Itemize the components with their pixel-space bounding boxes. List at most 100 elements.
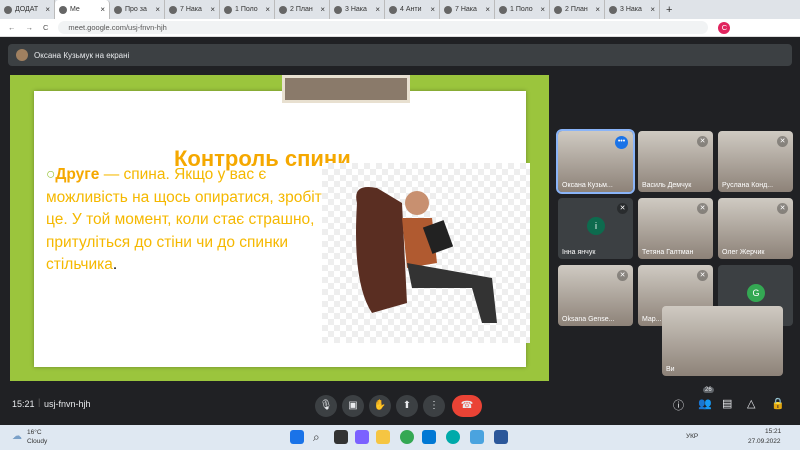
task-view-icon[interactable] (334, 430, 348, 444)
slide-decoration (282, 75, 410, 103)
search-icon[interactable]: ⌕ (313, 430, 327, 444)
tab-favicon (334, 5, 342, 14)
tab-label: 7 Нака (455, 6, 477, 13)
participant-tile[interactable]: ✕ Руслана Конд... (718, 131, 793, 192)
forward-icon[interactable]: → (26, 23, 34, 32)
activities-icon[interactable]: △ (747, 397, 755, 410)
file-explorer-icon[interactable] (376, 430, 390, 444)
browser-tab[interactable]: ДОДАТ × (0, 0, 55, 19)
self-view[interactable]: Ви (662, 306, 783, 376)
tab-favicon (114, 5, 122, 14)
woman-reading-illustration (322, 163, 530, 343)
participant-name: Руслана Конд... (722, 182, 774, 189)
camera-button[interactable]: ▣ (342, 395, 364, 417)
start-icon[interactable] (290, 430, 304, 444)
participant-tile[interactable]: ✕ Oksana Gense... (558, 265, 633, 326)
more-options-icon[interactable]: ••• (615, 136, 628, 149)
close-tab-icon[interactable]: × (540, 5, 545, 14)
close-tab-icon[interactable]: × (265, 5, 270, 14)
meeting-code: usj-fnvn-hjh (44, 399, 91, 409)
mic-muted-icon: ✕ (617, 270, 628, 281)
close-tab-icon[interactable]: × (485, 5, 490, 14)
browser-tab[interactable]: 7 Нака × (440, 0, 495, 19)
mic-button[interactable]: 🎙 (315, 395, 337, 417)
browser-tab[interactable]: 1 Поло × (495, 0, 550, 19)
close-tab-icon[interactable]: × (100, 5, 105, 14)
browser-tab[interactable]: 4 Анти × (385, 0, 440, 19)
participant-tile[interactable]: і ✕ Інна янчук (558, 198, 633, 259)
url-text: meet.google.com/usj-fnvn-hjh (68, 23, 167, 32)
host-controls-icon[interactable]: 🔒 (771, 397, 785, 410)
clock-date[interactable]: 27.09.2022 (748, 438, 781, 445)
profile-avatar[interactable]: C (718, 21, 731, 34)
browser-tab[interactable]: 1 Поло × (220, 0, 275, 19)
presenter-avatar (16, 49, 28, 61)
close-tab-icon[interactable]: × (155, 5, 160, 14)
end-call-button[interactable]: ☎ (452, 395, 482, 417)
edge-icon[interactable] (446, 430, 460, 444)
tab-label: 3 Нака (620, 6, 642, 13)
raise-hand-button[interactable]: ✋ (369, 395, 391, 417)
url-input[interactable]: meet.google.com/usj-fnvn-hjh (58, 21, 709, 34)
browser-tab[interactable]: 2 План × (550, 0, 605, 19)
back-icon[interactable]: ← (8, 23, 16, 32)
address-bar: ← → C meet.google.com/usj-fnvn-hjh C (0, 19, 800, 37)
mic-muted-icon: ✕ (777, 203, 788, 214)
mic-muted-icon: ✕ (697, 270, 708, 281)
chat-app-icon[interactable] (355, 430, 369, 444)
participant-name: Oksana Gense... (562, 316, 615, 323)
participant-name: Тетяна Галтман (642, 249, 694, 256)
browser-tab[interactable]: 3 Нака × (605, 0, 660, 19)
participant-tile[interactable]: ••• Оксана Кузьм... (556, 129, 635, 194)
browser-tab[interactable]: 2 План × (275, 0, 330, 19)
word-icon[interactable] (494, 430, 508, 444)
tab-label: Ме (70, 6, 80, 13)
tab-label: 1 Поло (235, 6, 258, 13)
phone-link-icon[interactable] (470, 430, 484, 444)
weather-text: Cloudy (27, 438, 48, 445)
close-tab-icon[interactable]: × (375, 5, 380, 14)
chat-icon[interactable]: ▤ (722, 397, 732, 410)
browser-tab[interactable]: Ме × (55, 0, 110, 19)
mic-muted-icon: ✕ (617, 203, 628, 214)
tab-label: ДОДАТ (15, 6, 39, 13)
tab-favicon (224, 5, 232, 14)
tab-label: 1 Поло (510, 6, 533, 13)
presenting-banner: Оксана Кузьмук на екрані (8, 44, 792, 66)
body-bold: Друге (55, 166, 100, 183)
tab-label: 7 Нака (180, 6, 202, 13)
chrome-icon[interactable] (400, 430, 414, 444)
close-tab-icon[interactable]: × (430, 5, 435, 14)
close-tab-icon[interactable]: × (45, 5, 50, 14)
close-tab-icon[interactable]: × (650, 5, 655, 14)
browser-tab[interactable]: Про за × (110, 0, 165, 19)
tab-label: Про за (125, 6, 147, 13)
participant-avatar: G (747, 284, 765, 302)
browser-tab[interactable]: 3 Нака × (330, 0, 385, 19)
participant-avatar: і (587, 217, 605, 235)
new-tab-button[interactable]: + (660, 4, 678, 16)
participant-name: Василь Демчук (642, 182, 692, 189)
language-indicator[interactable]: УКР (686, 433, 698, 440)
close-tab-icon[interactable]: × (595, 5, 600, 14)
mic-muted-icon: ✕ (777, 136, 788, 147)
clock-time[interactable]: 15:21 (765, 428, 781, 435)
browser-tab[interactable]: 7 Нака × (165, 0, 220, 19)
participant-tile[interactable]: ✕ Олег Жерчик (718, 198, 793, 259)
info-icon[interactable]: ⓘ (673, 397, 684, 413)
participant-tile[interactable]: ✕ Тетяна Галтман (638, 198, 713, 259)
close-tab-icon[interactable]: × (320, 5, 325, 14)
people-icon[interactable]: 👥 (698, 397, 712, 410)
present-button[interactable]: ⬆ (396, 395, 418, 417)
tab-favicon (279, 5, 287, 14)
more-options-button[interactable]: ⋮ (423, 395, 445, 417)
tab-favicon (4, 5, 12, 14)
meeting-time: 15:21 (12, 399, 35, 409)
reload-icon[interactable]: C (43, 23, 48, 32)
mail-icon[interactable] (422, 430, 436, 444)
tab-label: 2 План (290, 6, 313, 13)
close-tab-icon[interactable]: × (210, 5, 215, 14)
banner-text: Оксана Кузьмук на екрані (34, 50, 130, 60)
participant-tile[interactable]: ✕ Василь Демчук (638, 131, 713, 192)
tab-label: 2 План (565, 6, 588, 13)
